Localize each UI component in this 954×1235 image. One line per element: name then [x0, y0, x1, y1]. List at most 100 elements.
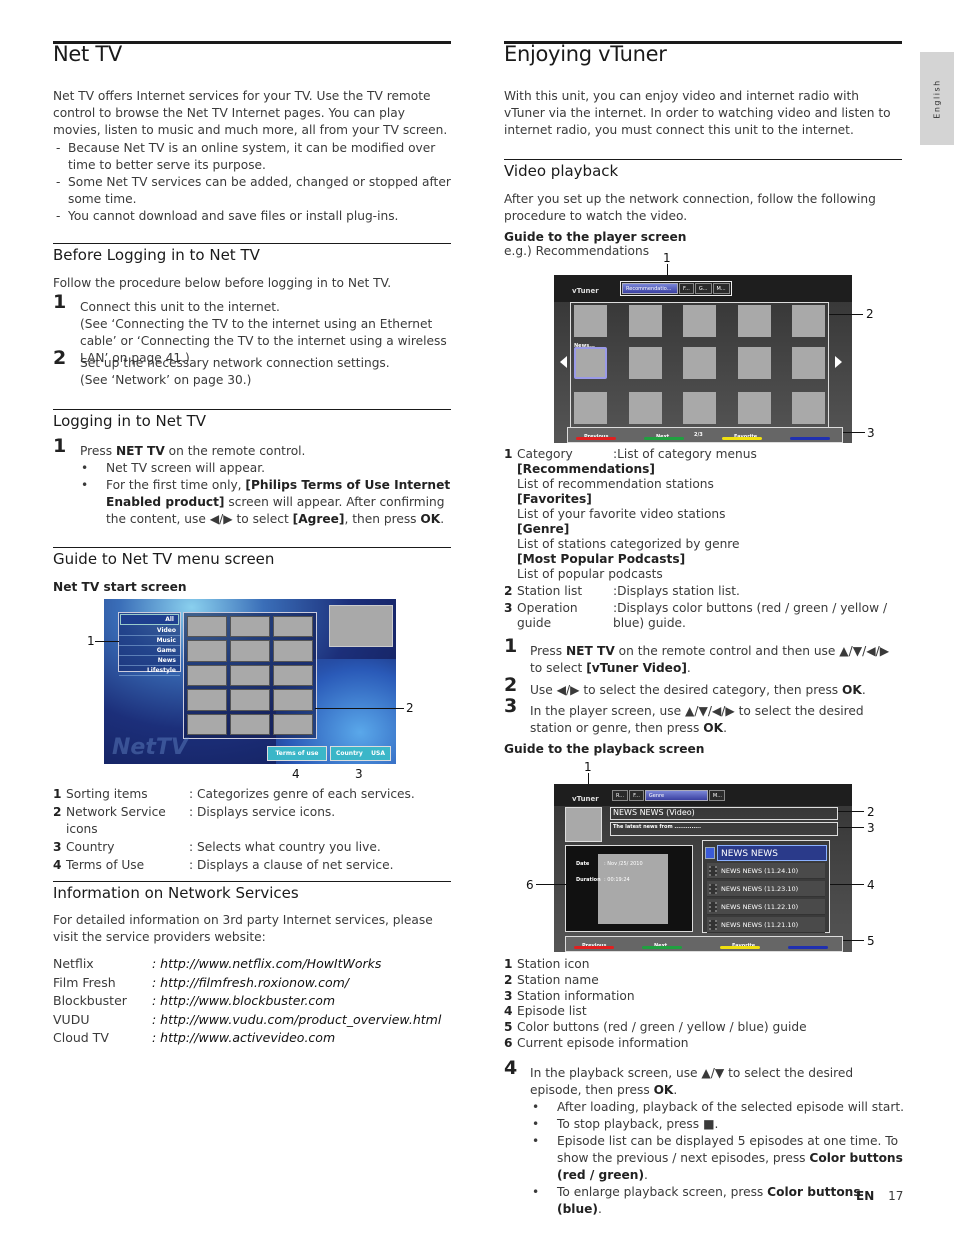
color-buttons-guide: Previous Next Favorite — [565, 936, 843, 952]
category-tab[interactable]: F... — [679, 283, 694, 294]
station-tile[interactable] — [792, 305, 825, 337]
sort-item[interactable]: Lifestyle — [119, 666, 180, 676]
sort-item[interactable]: News — [119, 656, 180, 666]
episode-item[interactable]: NEWS NEWS (11.23.10) — [707, 881, 825, 897]
service-row: Netflix: http://www.netflix.com/HowItWor… — [53, 955, 451, 974]
service-icon[interactable] — [230, 664, 270, 687]
station-tile[interactable] — [683, 305, 716, 337]
service-icon[interactable] — [273, 616, 313, 638]
episode-item[interactable]: NEWS NEWS (11.21.10) — [707, 917, 825, 933]
service-icon[interactable] — [187, 664, 227, 687]
service-icon[interactable] — [230, 713, 270, 735]
station-tile[interactable] — [683, 347, 716, 379]
service-icon[interactable] — [273, 713, 313, 735]
footer-lang: EN — [856, 1189, 875, 1203]
service-icon[interactable] — [187, 713, 227, 735]
terms-of-use-button[interactable]: Terms of use — [267, 746, 327, 761]
step-number: 4 — [504, 1057, 518, 1079]
service-link[interactable]: : http://www.activevideo.com — [152, 1029, 335, 1048]
page-indicator: 2/3 — [694, 432, 703, 438]
callout-5: 5 — [867, 934, 875, 948]
step-number: 1 — [53, 435, 67, 457]
green-button[interactable] — [642, 946, 682, 949]
page-title-net-tv: Net TV — [53, 42, 122, 66]
category-tab[interactable]: R... — [612, 790, 629, 801]
station-tile[interactable] — [574, 392, 607, 424]
net-tv-legend: 1 Sorting items: Categorizes genre of eac… — [53, 786, 451, 874]
service-link[interactable]: : http://www.vudu.com/product_overview.h… — [152, 1011, 441, 1030]
service-icon[interactable] — [230, 689, 270, 711]
station-information: The latest news from .............. — [610, 822, 838, 836]
station-tile[interactable] — [629, 392, 662, 424]
station-tile[interactable] — [738, 347, 771, 379]
player-legend: 1 Category:List of category menus [Recomm… — [504, 447, 904, 631]
category-tab[interactable]: G... — [694, 283, 712, 294]
step-number: 1 — [504, 635, 518, 657]
section-rule — [53, 881, 451, 882]
station-icon — [565, 807, 602, 842]
service-icon[interactable] — [273, 664, 313, 687]
category-tab[interactable]: F... — [629, 790, 644, 801]
callout-1: 1 — [87, 634, 95, 648]
category-tab[interactable]: M... — [708, 790, 725, 801]
red-button[interactable] — [576, 437, 616, 440]
blue-button[interactable] — [790, 437, 830, 440]
heading-logging-in: Logging in to Net TV — [53, 412, 207, 430]
callout-3: 3 — [867, 821, 875, 835]
green-button[interactable] — [644, 437, 684, 440]
service-icon[interactable] — [187, 689, 227, 711]
note-item: Because Net TV is an online system, it c… — [53, 140, 451, 174]
section-rule — [53, 243, 451, 244]
note-item: Some Net TV services can be added, chang… — [53, 174, 451, 208]
episode-item[interactable]: NEWS NEWS (11.25.10) — [717, 845, 827, 875]
sort-item[interactable]: Video — [119, 626, 180, 636]
yellow-button[interactable] — [720, 946, 760, 949]
service-link[interactable]: : http://filmfresh.roxionow.com/ — [152, 974, 349, 993]
video-playback-intro: After you set up the network connection,… — [504, 192, 876, 223]
page-number: 17 — [888, 1189, 904, 1203]
yellow-button[interactable] — [722, 437, 762, 440]
step-number: 2 — [53, 347, 67, 369]
right-arrow-icon[interactable] — [835, 356, 842, 368]
sort-item[interactable]: Music — [119, 636, 180, 646]
station-tile[interactable] — [738, 305, 771, 337]
callout-4: 4 — [292, 767, 300, 781]
station-tile[interactable] — [738, 392, 771, 424]
category-tab[interactable]: Recommendatio... — [622, 283, 678, 294]
station-tile[interactable] — [629, 305, 662, 337]
station-tile[interactable] — [629, 347, 662, 379]
service-icon[interactable] — [230, 616, 270, 638]
category-tab[interactable]: Genre — [644, 790, 708, 801]
country-button[interactable]: Country USA — [330, 746, 391, 761]
left-arrow-icon[interactable] — [560, 356, 567, 368]
sort-item[interactable]: Game — [119, 646, 180, 656]
category-tab[interactable]: M... — [712, 283, 730, 294]
legend-row: 4 Episode list — [504, 1004, 587, 1019]
legend-row: 4 Terms of Use: Displays a clause of net … — [53, 858, 394, 872]
station-tile[interactable] — [792, 347, 825, 379]
blue-button[interactable] — [788, 946, 828, 949]
heading-video-playback: Video playback — [504, 162, 619, 180]
station-tile[interactable] — [574, 305, 607, 337]
station-tile[interactable] — [792, 392, 825, 424]
net-tv-start-screen: All Video Music Game News Lifestyle NetT… — [104, 599, 396, 764]
service-icon[interactable] — [230, 640, 270, 662]
episode-item[interactable]: NEWS NEWS (11.24.10) — [707, 863, 825, 879]
sort-item[interactable]: All — [120, 614, 179, 625]
service-icon[interactable] — [187, 616, 227, 638]
station-tile[interactable] — [683, 392, 716, 424]
net-tv-logo: NetTV — [112, 735, 188, 760]
service-link[interactable]: : http://www.blockbuster.com — [152, 992, 335, 1011]
service-icon[interactable] — [273, 640, 313, 662]
service-icon[interactable] — [187, 640, 227, 662]
red-button[interactable] — [574, 946, 614, 949]
service-link[interactable]: : http://www.netflix.com/HowItWorks — [152, 955, 381, 974]
note-item: You cannot download and save files or in… — [53, 208, 451, 225]
legend-row: 3 Country: Selects what country you live. — [53, 840, 381, 854]
episode-item[interactable]: NEWS NEWS (11.22.10) — [707, 899, 825, 915]
callout-3: 3 — [867, 426, 875, 440]
bullet-item: To stop playback, press ■. — [530, 1116, 905, 1133]
service-icon[interactable] — [273, 689, 313, 711]
station-tile[interactable] — [574, 347, 607, 379]
section-rule — [504, 159, 902, 160]
